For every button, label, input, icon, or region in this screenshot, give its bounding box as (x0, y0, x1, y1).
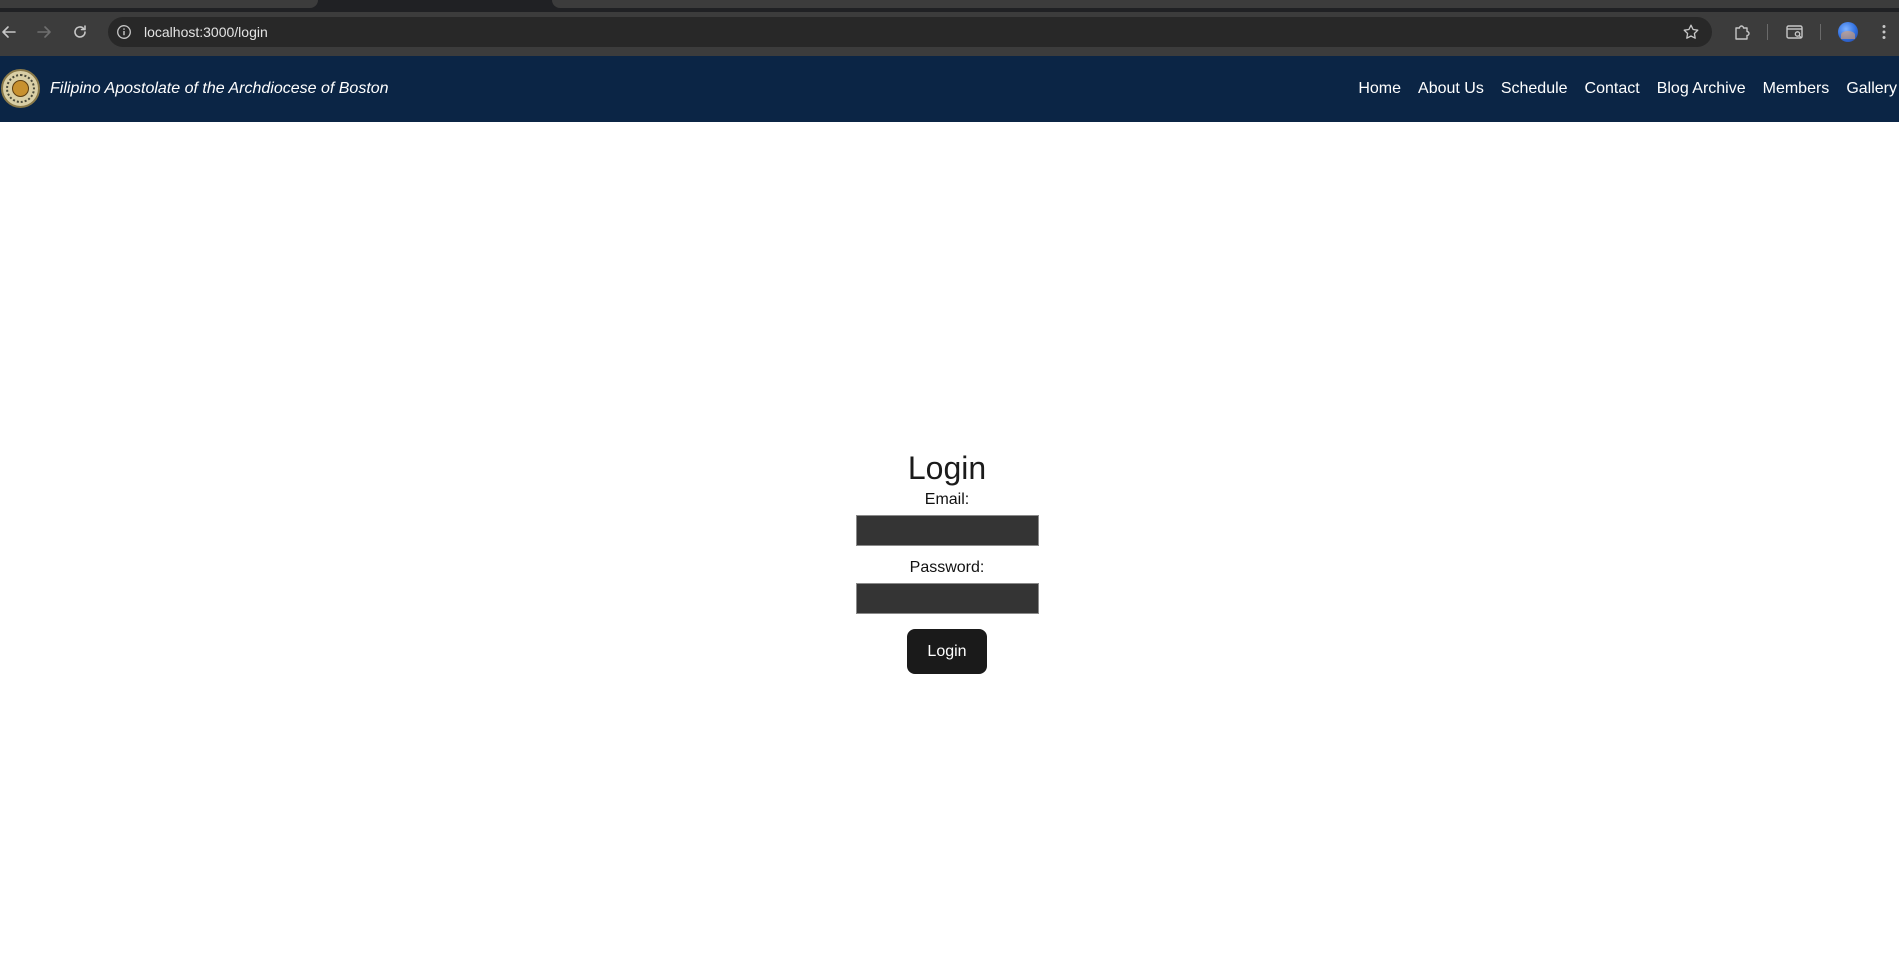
site-header: Filipino Apostolate of the Archdiocese o… (0, 56, 1899, 122)
main-nav: Home About Us Schedule Contact Blog Arch… (1358, 56, 1897, 122)
nav-link-home[interactable]: Home (1358, 80, 1401, 98)
email-field[interactable] (855, 515, 1039, 546)
toolbar-divider (1767, 24, 1768, 40)
login-form: Login Email: Password: Login (0, 448, 1894, 674)
avatar[interactable] (1838, 22, 1858, 42)
info-icon[interactable] (116, 24, 132, 40)
forward-arrow-icon (37, 26, 51, 38)
nav-link-contact[interactable]: Contact (1585, 80, 1640, 98)
toolbar-divider (1820, 24, 1821, 40)
kebab-menu-icon[interactable] (1874, 22, 1894, 42)
puzzle-icon[interactable] (1732, 22, 1752, 42)
url-text[interactable]: localhost:3000/login (144, 17, 268, 47)
tab-search-icon[interactable] (1785, 22, 1805, 42)
browser-chrome: localhost:3000/login (0, 0, 1899, 56)
nav-link-schedule[interactable]: Schedule (1501, 80, 1568, 98)
address-bar[interactable]: localhost:3000/login (108, 17, 1712, 47)
password-field[interactable] (855, 583, 1039, 614)
star-icon[interactable] (1682, 23, 1700, 41)
email-label: Email: (924, 491, 970, 508)
reload-icon (74, 25, 86, 38)
back-button[interactable] (0, 12, 24, 52)
site-title[interactable]: Filipino Apostolate of the Archdiocese o… (50, 56, 389, 122)
forward-button[interactable] (29, 12, 59, 52)
tab-strip (0, 0, 1899, 12)
site-logo[interactable] (1, 69, 40, 108)
login-button[interactable]: Login (907, 629, 987, 674)
active-tab[interactable] (0, 0, 318, 8)
nav-link-gallery[interactable]: Gallery (1846, 80, 1897, 98)
nav-link-about-us[interactable]: About Us (1418, 80, 1484, 98)
back-arrow-icon (2, 26, 16, 38)
browser-toolbar: localhost:3000/login (0, 12, 1899, 52)
inactive-tab-area (552, 0, 1899, 8)
page-title: Login (907, 450, 987, 486)
nav-link-members[interactable]: Members (1763, 80, 1830, 98)
nav-link-blog-archive[interactable]: Blog Archive (1657, 80, 1746, 98)
reload-button[interactable] (65, 12, 95, 52)
logo-seal (12, 80, 29, 97)
password-label: Password: (909, 559, 985, 576)
